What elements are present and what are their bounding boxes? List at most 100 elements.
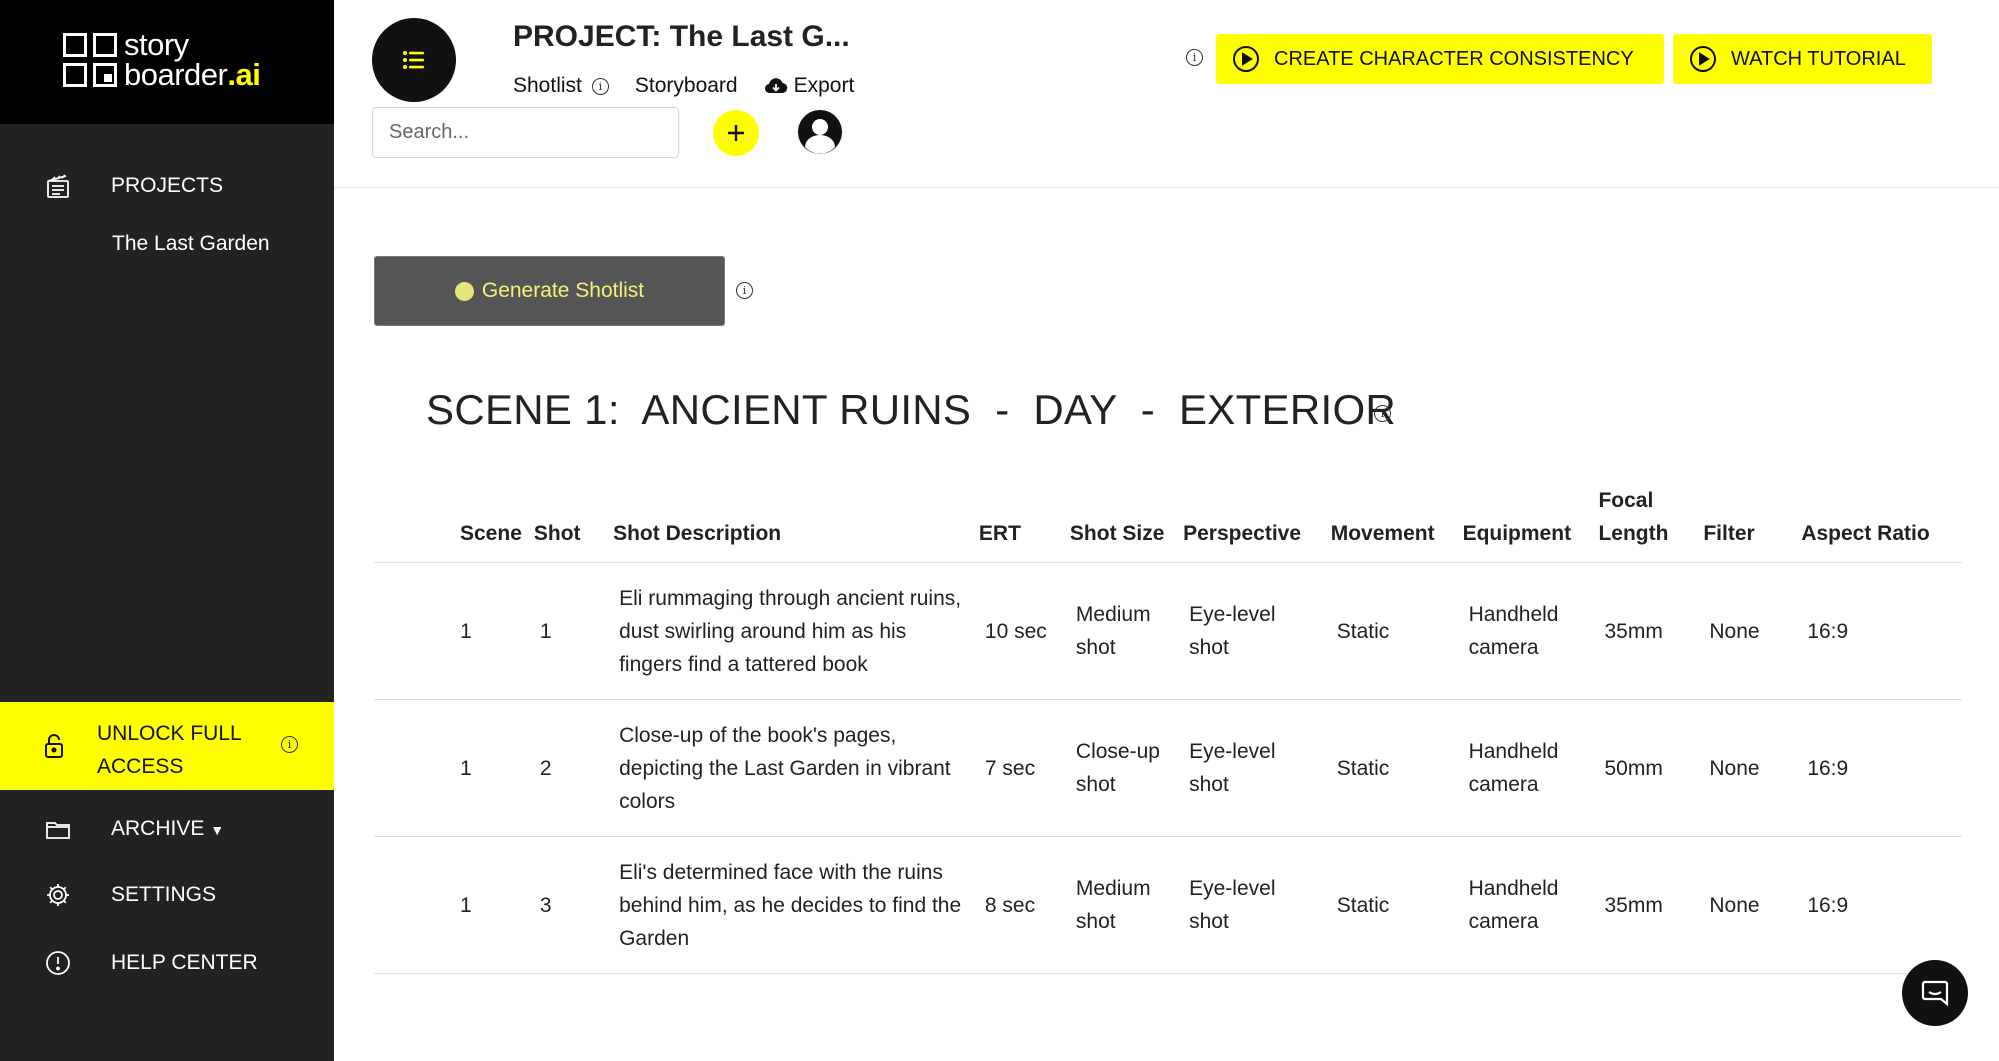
table-row[interactable]: 1 3 Eli's determined face with the ruins… <box>374 836 1962 974</box>
table-cell: 1 <box>374 562 528 700</box>
table-cell: Close-up of the book's pages, depicting … <box>607 699 973 837</box>
table-header-row: Scene Shot Shot Description ERT Shot Siz… <box>374 478 1962 563</box>
table-cell: Static <box>1324 562 1457 700</box>
search-input[interactable] <box>372 107 679 158</box>
view-tabs: Shotlist i Storyboard Export <box>513 72 880 118</box>
unlock-full-access-button[interactable]: UNLOCK FULL ACCESS i <box>0 702 334 790</box>
nav-help-center[interactable]: HELP CENTER <box>0 938 334 988</box>
create-character-consistency-label: CREATE CHARACTER CONSISTENCY <box>1274 47 1634 70</box>
play-circle-icon <box>1690 46 1716 72</box>
table-cell: None <box>1697 699 1796 837</box>
table-cell: Close-up shot <box>1063 699 1178 837</box>
list-icon <box>403 51 424 69</box>
nav-settings-label: SETTINGS <box>111 883 217 906</box>
table-cell: None <box>1697 836 1796 974</box>
status-dot-icon <box>454 281 474 301</box>
table-cell: Handheld camera <box>1456 562 1593 700</box>
watch-tutorial-label: WATCH TUTORIAL <box>1731 47 1906 70</box>
table-cell: Eli rummaging through ancient ruins, dus… <box>607 562 973 700</box>
chat-icon <box>1921 980 1949 1007</box>
nav-archive[interactable]: ARCHIVE ▼ <box>0 804 334 854</box>
table-cell: 10 sec <box>972 562 1064 700</box>
logo[interactable]: story boarder.ai <box>0 0 334 124</box>
play-circle-icon <box>1233 46 1259 72</box>
table-cell: Static <box>1324 836 1457 974</box>
column-header: Focal Length <box>1592 478 1698 563</box>
nav-archive-label: ARCHIVE ▼ <box>111 817 225 840</box>
project-title: PROJECT: The Last G... <box>513 20 850 53</box>
info-icon[interactable]: i <box>736 282 753 299</box>
table-row[interactable]: 1 1 Eli rummaging through ancient ruins,… <box>374 562 1962 700</box>
column-header: Shot Description <box>607 478 973 563</box>
nav-settings[interactable]: SETTINGS <box>0 870 334 920</box>
chat-support-button[interactable] <box>1902 960 1968 1026</box>
tab-storyboard-label: Storyboard <box>634 74 738 97</box>
add-button[interactable] <box>713 110 759 156</box>
caret-down-icon: ▼ <box>210 822 225 838</box>
table-cell: 3 <box>527 836 608 974</box>
logo-text: story boarder.ai <box>124 27 261 92</box>
table-cell: Static <box>1324 699 1457 837</box>
table-row[interactable]: 1 2 Close-up of the book's pages, depict… <box>374 699 1962 837</box>
table-cell: Medium shot <box>1063 836 1178 974</box>
tab-shotlist[interactable]: Shotlist i <box>513 72 609 118</box>
table-cell: 50mm <box>1592 699 1698 837</box>
nav-help-label: HELP CENTER <box>111 951 258 974</box>
table-cell: 16:9 <box>1795 699 1962 837</box>
nav-project-the-last-garden[interactable]: The Last Garden <box>112 232 270 256</box>
table-cell: Medium shot <box>1063 562 1178 700</box>
user-avatar-button[interactable] <box>797 109 843 155</box>
sidebar: story boarder.ai PROJECTS The Last Garde… <box>0 0 334 1061</box>
shotlist-table: Scene Shot Shot Description ERT Shot Siz… <box>374 478 1962 974</box>
cloud-download-icon <box>764 78 787 94</box>
shotlist-menu-button[interactable] <box>372 18 456 102</box>
tab-export-label: Export <box>793 74 855 97</box>
table-cell: 1 <box>374 836 528 974</box>
table-cell: 2 <box>527 699 608 837</box>
table-cell: 7 sec <box>972 699 1064 837</box>
table-cell: 1 <box>527 562 608 700</box>
info-icon[interactable]: i <box>1186 49 1203 66</box>
tab-shotlist-label: Shotlist <box>513 74 582 97</box>
table-cell: Handheld camera <box>1456 836 1593 974</box>
column-header: ERT <box>972 478 1064 563</box>
gear-icon <box>44 881 72 909</box>
table-cell: 35mm <box>1592 836 1698 974</box>
table-cell: 1 <box>374 699 528 837</box>
column-header: Equipment <box>1456 478 1593 563</box>
tab-storyboard[interactable]: Storyboard <box>635 72 738 100</box>
table-cell: Eye-level shot <box>1177 836 1325 974</box>
folder-icon <box>44 815 72 843</box>
watch-tutorial-button[interactable]: WATCH TUTORIAL <box>1673 34 1932 84</box>
scene-title: SCENE 1: ANCIENT RUINS - DAY - EXTERIOR <box>426 386 1397 433</box>
clapperboard-icon <box>44 172 72 200</box>
column-header: Movement <box>1324 478 1457 563</box>
header: PROJECT: The Last G... Shotlist i Storyb… <box>334 0 1999 188</box>
table-cell: 16:9 <box>1795 562 1962 700</box>
column-header: Shot Size <box>1063 478 1178 563</box>
generate-shotlist-label: Generate Shotlist <box>481 279 645 302</box>
column-header: Scene <box>374 478 528 563</box>
create-character-consistency-button[interactable]: CREATE CHARACTER CONSISTENCY <box>1216 34 1664 84</box>
info-icon[interactable]: i <box>591 77 609 95</box>
column-header: Perspective <box>1177 478 1325 563</box>
column-header: Filter <box>1697 478 1796 563</box>
info-icon[interactable]: i <box>1374 405 1391 422</box>
table-cell: 16:9 <box>1795 836 1962 974</box>
table-cell: 35mm <box>1592 562 1698 700</box>
user-icon <box>798 110 842 154</box>
table-cell: Eli's determined face with the ruins beh… <box>607 836 973 974</box>
table-cell: None <box>1697 562 1796 700</box>
table-cell: Handheld camera <box>1456 699 1593 837</box>
alert-circle-icon <box>44 949 72 977</box>
info-icon[interactable]: i <box>281 736 298 753</box>
table-cell: Eye-level shot <box>1177 562 1325 700</box>
table-cell: Eye-level shot <box>1177 699 1325 837</box>
plus-icon <box>728 125 744 141</box>
lock-icon <box>40 732 68 760</box>
generate-shotlist-button[interactable]: Generate Shotlist <box>374 256 725 326</box>
nav-projects-label: PROJECTS <box>111 174 224 197</box>
tab-export[interactable]: Export <box>764 72 855 100</box>
nav-projects[interactable]: PROJECTS <box>0 161 334 211</box>
column-header: Aspect Ratio <box>1795 478 1962 563</box>
